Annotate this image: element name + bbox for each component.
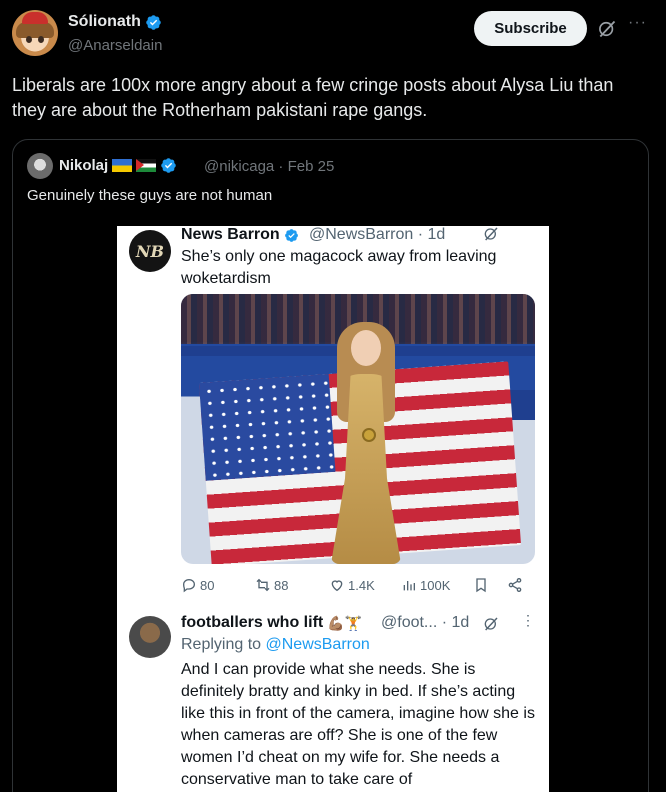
subscribe-button[interactable]: Subscribe: [474, 11, 587, 46]
reply-author-avatar: [129, 616, 171, 658]
newsbarron-logo: NB: [129, 230, 171, 272]
avatar-hat: [22, 12, 48, 24]
reply-author-handle: @foot... · 1d: [381, 614, 470, 631]
avatar-eye: [26, 36, 32, 43]
verified-badge-icon: [146, 14, 161, 30]
author-name[interactable]: Sólionath: [68, 13, 162, 31]
screenshot-author-name: News Barron: [181, 226, 299, 244]
replying-to-prefix: Replying to: [181, 636, 266, 653]
like-count: 1.4K: [348, 577, 375, 593]
quoted-author-avatar[interactable]: [27, 153, 53, 179]
repost-count: 88: [274, 577, 289, 593]
author-avatar[interactable]: [12, 10, 58, 56]
replying-to-line: Replying to @NewsBarron: [181, 636, 370, 654]
replying-to-handle: @NewsBarron: [265, 636, 370, 653]
views-count: 100K: [420, 577, 451, 593]
reply-author-name-text: footballers who lift: [181, 614, 324, 631]
like-icon: [331, 580, 343, 592]
quoted-author-name[interactable]: Nikolaj: [59, 157, 177, 174]
quoted-author-name-text[interactable]: Nikolaj: [59, 157, 108, 174]
repost-icon: [256, 578, 270, 592]
screenshot-author-handle: @NewsBarron · 1d: [309, 226, 446, 243]
reply-author-emoji: 💪🏽🏋: [327, 614, 363, 631]
screenshot-author-name-text: News Barron: [181, 226, 280, 243]
author-name-text[interactable]: Sólionath: [68, 13, 141, 31]
bookmark-icon: [476, 578, 486, 593]
avatar-hair: [16, 22, 54, 38]
like-stat: 1.4K: [329, 577, 375, 593]
skater-photo: [181, 294, 535, 564]
ukraine-flag-icon: [112, 159, 133, 172]
verified-badge-icon: [284, 228, 298, 242]
engagement-bar: 80 88 1.4K 100K: [181, 574, 535, 596]
author-handle[interactable]: @Anarseldain: [68, 37, 162, 54]
medal-icon: [362, 428, 376, 442]
palestine-flag-icon: [136, 159, 157, 172]
grok-icon: [484, 617, 498, 631]
reply-author-name: footballers who lift 💪🏽🏋: [181, 614, 362, 632]
more-icon: ⋮: [521, 612, 535, 628]
share-icon: [508, 578, 522, 592]
embedded-screenshot[interactable]: NB News Barron @NewsBarron · 1d She’s on…: [117, 226, 549, 792]
post-text: Liberals are 100x more angry about a few…: [12, 75, 614, 120]
reply-count: 80: [200, 577, 215, 593]
views-stat: 100K: [401, 577, 450, 593]
grok-icon: [484, 227, 498, 241]
flag-canton: [198, 373, 336, 481]
reply-post-text: And I can provide what she needs. She is…: [181, 661, 535, 788]
reply-stat: 80: [181, 577, 214, 593]
views-icon: [403, 581, 415, 591]
skater-face: [351, 330, 381, 366]
repost-stat: 88: [255, 577, 288, 593]
reply-icon: [182, 578, 196, 593]
quoted-author-handle[interactable]: @nikicaga · Feb 25: [204, 158, 334, 175]
avatar-eye: [38, 36, 44, 43]
quoted-post[interactable]: Nikolaj @nikicaga · Feb 25 Genuinely the…: [12, 139, 649, 792]
screenshot-post-text: She’s only one magacock away from leavin…: [181, 248, 497, 287]
grok-icon[interactable]: [597, 19, 617, 39]
more-icon[interactable]: ···: [628, 15, 648, 32]
verified-badge-icon: [161, 158, 176, 173]
quoted-post-text: Genuinely these guys are not human: [27, 187, 273, 204]
